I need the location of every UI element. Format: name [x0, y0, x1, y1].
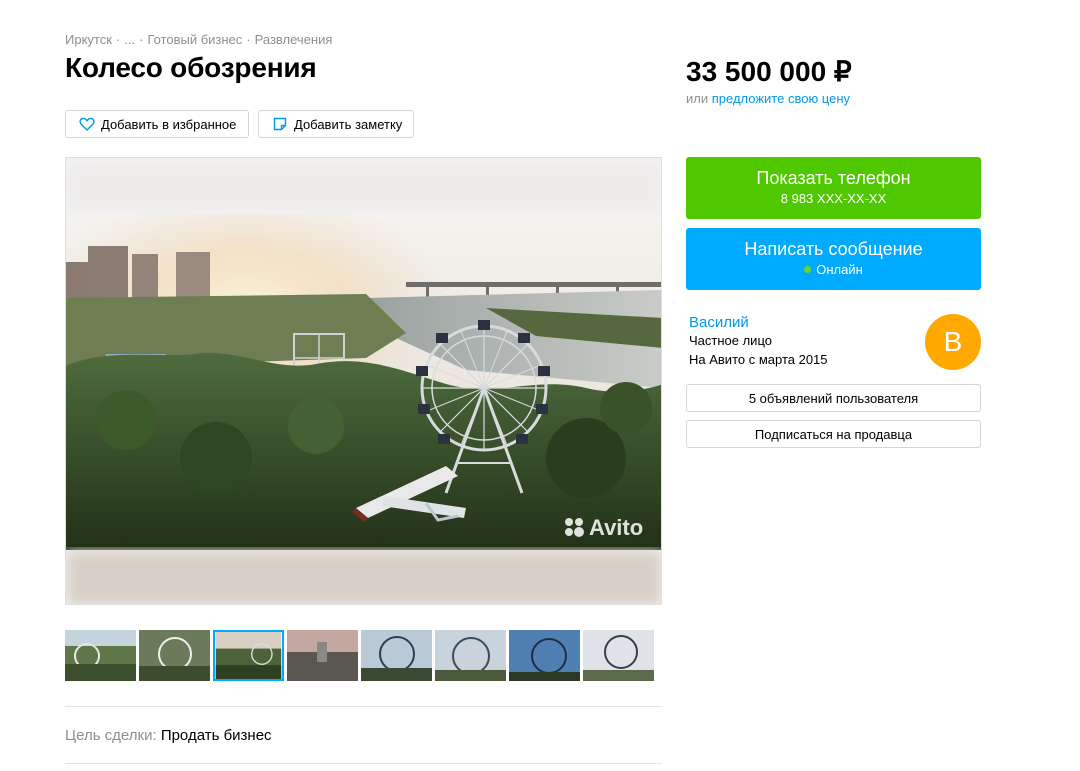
divider	[65, 706, 662, 707]
ferris-wheel-photo: Avito	[66, 158, 661, 604]
write-message-button[interactable]: Написать сообщение Онлайн	[686, 228, 981, 290]
thumbnail-strip	[65, 630, 654, 681]
add-note-button[interactable]: Добавить заметку	[258, 110, 414, 138]
seller-since: На Авито с марта 2015	[689, 352, 828, 367]
breadcrumb-subcategory[interactable]: Развлечения	[255, 32, 333, 47]
add-to-favorites-button[interactable]: Добавить в избранное	[65, 110, 249, 138]
avatar[interactable]: В	[925, 314, 981, 370]
thumbnail[interactable]	[65, 630, 136, 681]
note-icon	[273, 117, 287, 131]
subscribe-seller-button[interactable]: Подписаться на продавца	[686, 420, 981, 448]
suggest-price-link[interactable]: предложите свою цену	[712, 91, 850, 106]
thumbnail[interactable]	[509, 630, 580, 681]
breadcrumb-ellipsis[interactable]: ...	[124, 32, 135, 47]
breadcrumb-separator: ·	[246, 32, 251, 47]
page-title: Колесо обозрения	[65, 52, 317, 83]
show-phone-button[interactable]: Показать телефон 8 983 XXX-XX-XX	[686, 157, 981, 219]
price-offer: или предложите свою цену	[686, 91, 850, 106]
show-phone-label: Показать телефон	[756, 168, 911, 188]
breadcrumb-category[interactable]: Готовый бизнес	[147, 32, 242, 47]
seller-type: Частное лицо	[689, 333, 772, 348]
thumbnail[interactable]	[361, 630, 432, 681]
thumbnail[interactable]	[287, 630, 358, 681]
breadcrumb-city[interactable]: Иркутск	[65, 32, 112, 47]
online-dot-icon	[804, 266, 812, 273]
breadcrumb-separator: ·	[115, 32, 121, 47]
thumbnail[interactable]	[583, 630, 654, 681]
phone-masked: 8 983 XXX-XX-XX	[780, 191, 887, 206]
write-message-label: Написать сообщение	[744, 239, 923, 259]
heart-icon	[79, 117, 95, 131]
online-status: Онлайн	[686, 261, 981, 279]
add-note-label: Добавить заметку	[294, 116, 403, 132]
thumbnail[interactable]	[139, 630, 210, 681]
price: 33 500 000 ₽	[686, 56, 852, 87]
online-status-label: Онлайн	[816, 262, 863, 277]
thumbnail[interactable]	[435, 630, 506, 681]
watermark-text: Avito	[589, 515, 643, 540]
main-photo[interactable]: Avito	[65, 157, 662, 605]
seller-name-link[interactable]: Василий	[689, 314, 749, 331]
thumbnail-active[interactable]	[213, 630, 284, 681]
deal-purpose-label: Цель сделки:	[65, 727, 157, 744]
seller-listings-button[interactable]: 5 объявлений пользователя	[686, 384, 981, 412]
price-offer-prefix: или	[686, 91, 709, 106]
deal-purpose: Цель сделки: Продать бизнес	[65, 727, 272, 744]
deal-purpose-value: Продать бизнес	[160, 727, 272, 744]
avatar-letter: В	[943, 326, 963, 357]
breadcrumb-separator: ·	[139, 32, 144, 47]
breadcrumb: Иркутск · ... · Готовый бизнес · Развлеч…	[65, 32, 332, 47]
divider	[65, 763, 662, 764]
add-to-favorites-label: Добавить в избранное	[101, 116, 237, 132]
